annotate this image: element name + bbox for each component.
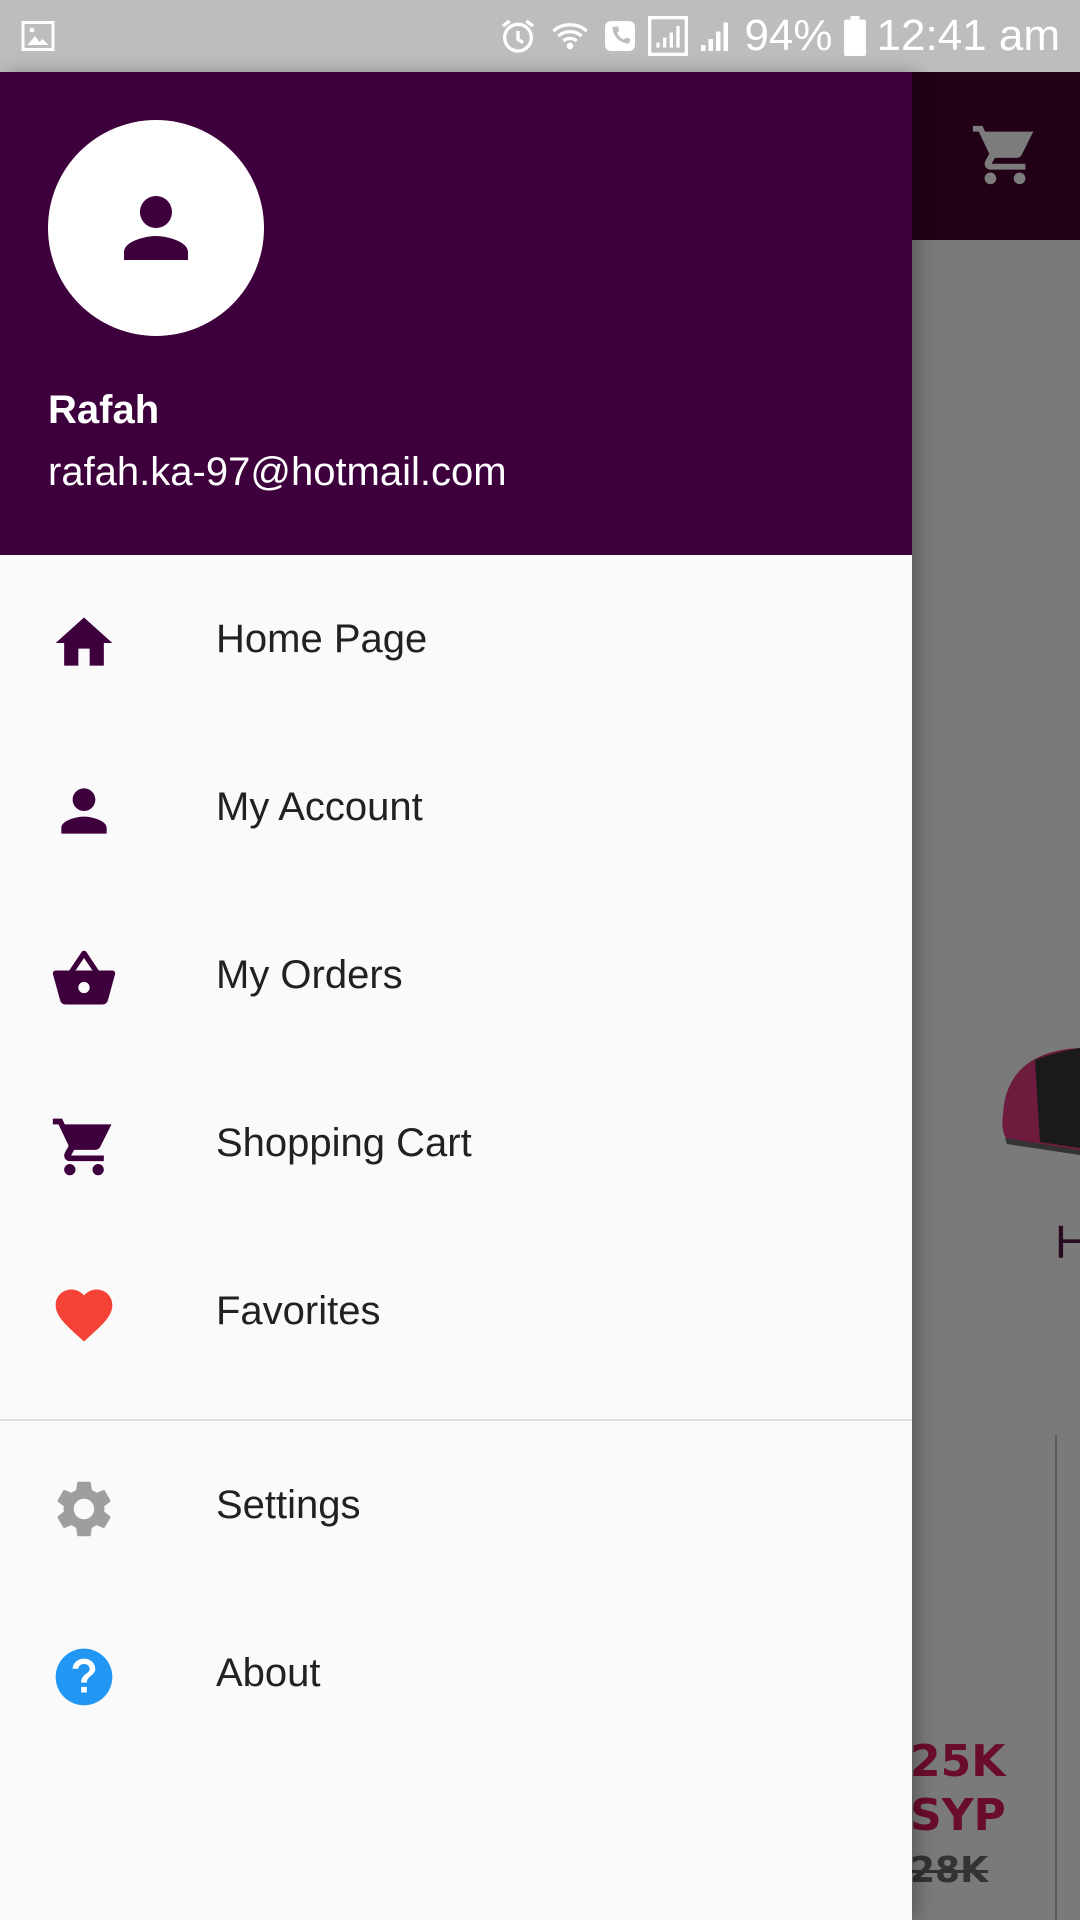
status-bar: 94% 12:41 am bbox=[0, 0, 1080, 72]
product-price-line2: SYP bbox=[910, 1790, 1006, 1841]
menu-item-my-account[interactable]: My Account bbox=[0, 723, 912, 891]
clock: 12:41 am bbox=[876, 11, 1060, 60]
menu-item-favorites[interactable]: Favorites bbox=[0, 1227, 912, 1395]
menu-item-about[interactable]: About bbox=[0, 1589, 912, 1757]
call-icon bbox=[605, 21, 636, 51]
menu-item-label: My Account bbox=[216, 785, 423, 829]
product-divider bbox=[1055, 1435, 1057, 1920]
appbar-cart-icon[interactable] bbox=[970, 120, 1040, 190]
product-image bbox=[1002, 1048, 1080, 1155]
person-icon bbox=[50, 777, 118, 845]
menu-item-label: Settings bbox=[216, 1483, 361, 1527]
help-icon bbox=[50, 1643, 118, 1711]
menu-item-shopping-cart[interactable]: Shopping Cart bbox=[0, 1059, 912, 1227]
alarm-icon bbox=[502, 19, 535, 53]
drawer-menu: Home Page My Account My Orders Shopping … bbox=[0, 555, 912, 1757]
product-price-line1: 25K bbox=[910, 1736, 1006, 1787]
signal-icon-2 bbox=[701, 22, 729, 51]
menu-item-label: My Orders bbox=[216, 953, 403, 997]
menu-item-home-page[interactable]: Home Page bbox=[0, 555, 912, 723]
gallery-icon bbox=[21, 21, 55, 51]
signal-icon bbox=[648, 16, 689, 56]
product-old-price: 28K bbox=[910, 1850, 988, 1891]
person-avatar-icon bbox=[124, 196, 188, 260]
menu-item-settings[interactable]: Settings bbox=[0, 1421, 912, 1589]
menu-item-label: Favorites bbox=[216, 1289, 381, 1333]
home-icon bbox=[50, 609, 118, 677]
heart-icon bbox=[50, 1281, 118, 1349]
avatar[interactable] bbox=[48, 120, 264, 336]
drawer-header: Rafah rafah.ka-97@hotmail.com bbox=[0, 72, 912, 555]
battery-icon bbox=[843, 16, 866, 56]
wifi-calling-icon bbox=[552, 23, 589, 50]
product-price: 25K SYP bbox=[910, 1735, 1006, 1843]
basket-icon bbox=[50, 945, 118, 1013]
user-email: rafah.ka-97@hotmail.com bbox=[48, 450, 507, 494]
user-name: Rafah bbox=[48, 388, 160, 432]
navigation-drawer: Rafah rafah.ka-97@hotmail.com Home Page … bbox=[0, 72, 912, 1920]
menu-item-label: About bbox=[216, 1651, 321, 1695]
menu-item-label: Home Page bbox=[216, 617, 428, 661]
cart-icon bbox=[50, 1113, 118, 1181]
gear-icon bbox=[50, 1475, 118, 1543]
product-title: H bbox=[1055, 1216, 1080, 1268]
menu-item-my-orders[interactable]: My Orders bbox=[0, 891, 912, 1059]
menu-item-label: Shopping Cart bbox=[216, 1121, 472, 1165]
battery-percent: 94% bbox=[744, 11, 833, 60]
